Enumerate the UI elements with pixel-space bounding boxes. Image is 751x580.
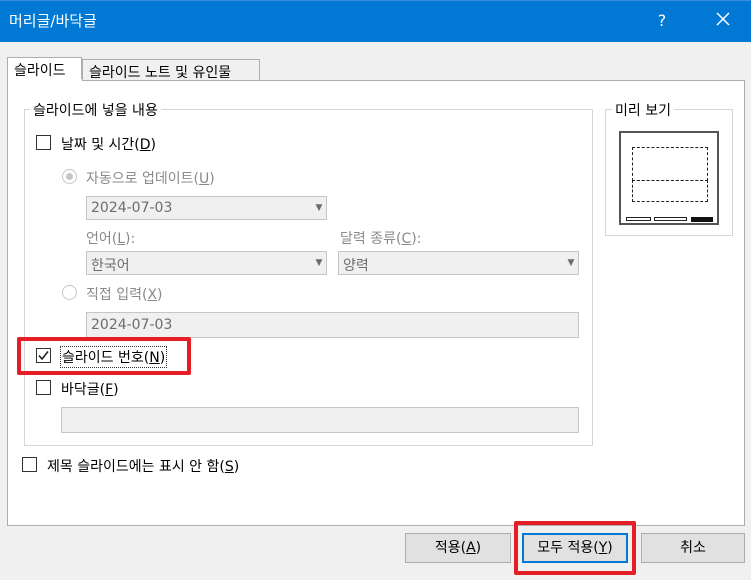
tab-notes-handouts[interactable]: 슬라이드 노트 및 유인물 <box>82 59 260 81</box>
preview-footer-placeholder <box>654 217 687 221</box>
dont-show-on-title-label[interactable]: 제목 슬라이드에는 표시 안 함(S) <box>47 456 239 476</box>
chevron-down-icon: ▼ <box>315 258 323 268</box>
apply-all-button[interactable]: 모두 적용(Y) <box>522 533 628 563</box>
language-select[interactable]: 한국어 ▼ <box>86 251 327 275</box>
preview-body-placeholder <box>632 180 708 202</box>
title-bar <box>0 0 751 42</box>
footer-checkbox[interactable] <box>36 380 51 395</box>
tab-slide[interactable]: 슬라이드 <box>7 57 82 81</box>
window-title: 머리글/바닥글 <box>9 12 97 30</box>
active-tab-joint <box>8 79 82 82</box>
preview-slide-number-placeholder <box>691 217 713 222</box>
fixed-date-radio[interactable] <box>62 285 77 300</box>
fixed-date-value: 2024-07-03 <box>91 317 173 333</box>
checkmark-icon <box>38 351 49 361</box>
include-group-legend: 슬라이드에 넣을 내용 <box>30 100 161 120</box>
date-time-label[interactable]: 날짜 및 시간(D) <box>61 134 156 154</box>
slide-number-label[interactable]: 슬라이드 번호(N) <box>60 346 168 368</box>
calendar-type-value: 양력 <box>343 258 369 274</box>
help-button[interactable]: ? <box>650 8 674 34</box>
close-icon <box>716 12 730 26</box>
tab-slide-label: 슬라이드 <box>14 63 66 79</box>
preview-legend: 미리 보기 <box>612 100 674 120</box>
preview-title-placeholder <box>632 147 708 181</box>
footer-label[interactable]: 바닥글(F) <box>61 379 119 399</box>
slide-number-checkbox[interactable] <box>36 348 51 363</box>
cancel-button[interactable]: 취소 <box>641 533 745 563</box>
slide-preview <box>619 131 719 225</box>
close-button[interactable] <box>703 8 743 34</box>
date-time-checkbox[interactable] <box>36 135 51 150</box>
language-label: 언어(L): <box>86 231 136 247</box>
fixed-date-label: 직접 입력(X) <box>86 287 163 303</box>
auto-date-value: 2024-07-03 <box>91 200 173 216</box>
chevron-down-icon: ▼ <box>567 258 575 268</box>
dont-show-on-title-checkbox[interactable] <box>22 457 37 472</box>
chevron-down-icon: ▼ <box>315 203 323 213</box>
tab-notes-handouts-label: 슬라이드 노트 및 유인물 <box>89 65 232 81</box>
fixed-date-input[interactable]: 2024-07-03 <box>86 312 579 338</box>
footer-input[interactable] <box>61 407 579 433</box>
auto-update-radio[interactable] <box>62 169 77 184</box>
calendar-type-label: 달력 종류(C): <box>340 231 422 247</box>
calendar-type-select[interactable]: 양력 ▼ <box>338 251 579 275</box>
auto-date-format-select[interactable]: 2024-07-03 ▼ <box>86 196 327 220</box>
apply-button[interactable]: 적용(A) <box>405 533 511 563</box>
language-value: 한국어 <box>91 258 130 274</box>
auto-update-label: 자동으로 업데이트(U) <box>86 171 215 187</box>
preview-date-placeholder <box>626 217 651 221</box>
